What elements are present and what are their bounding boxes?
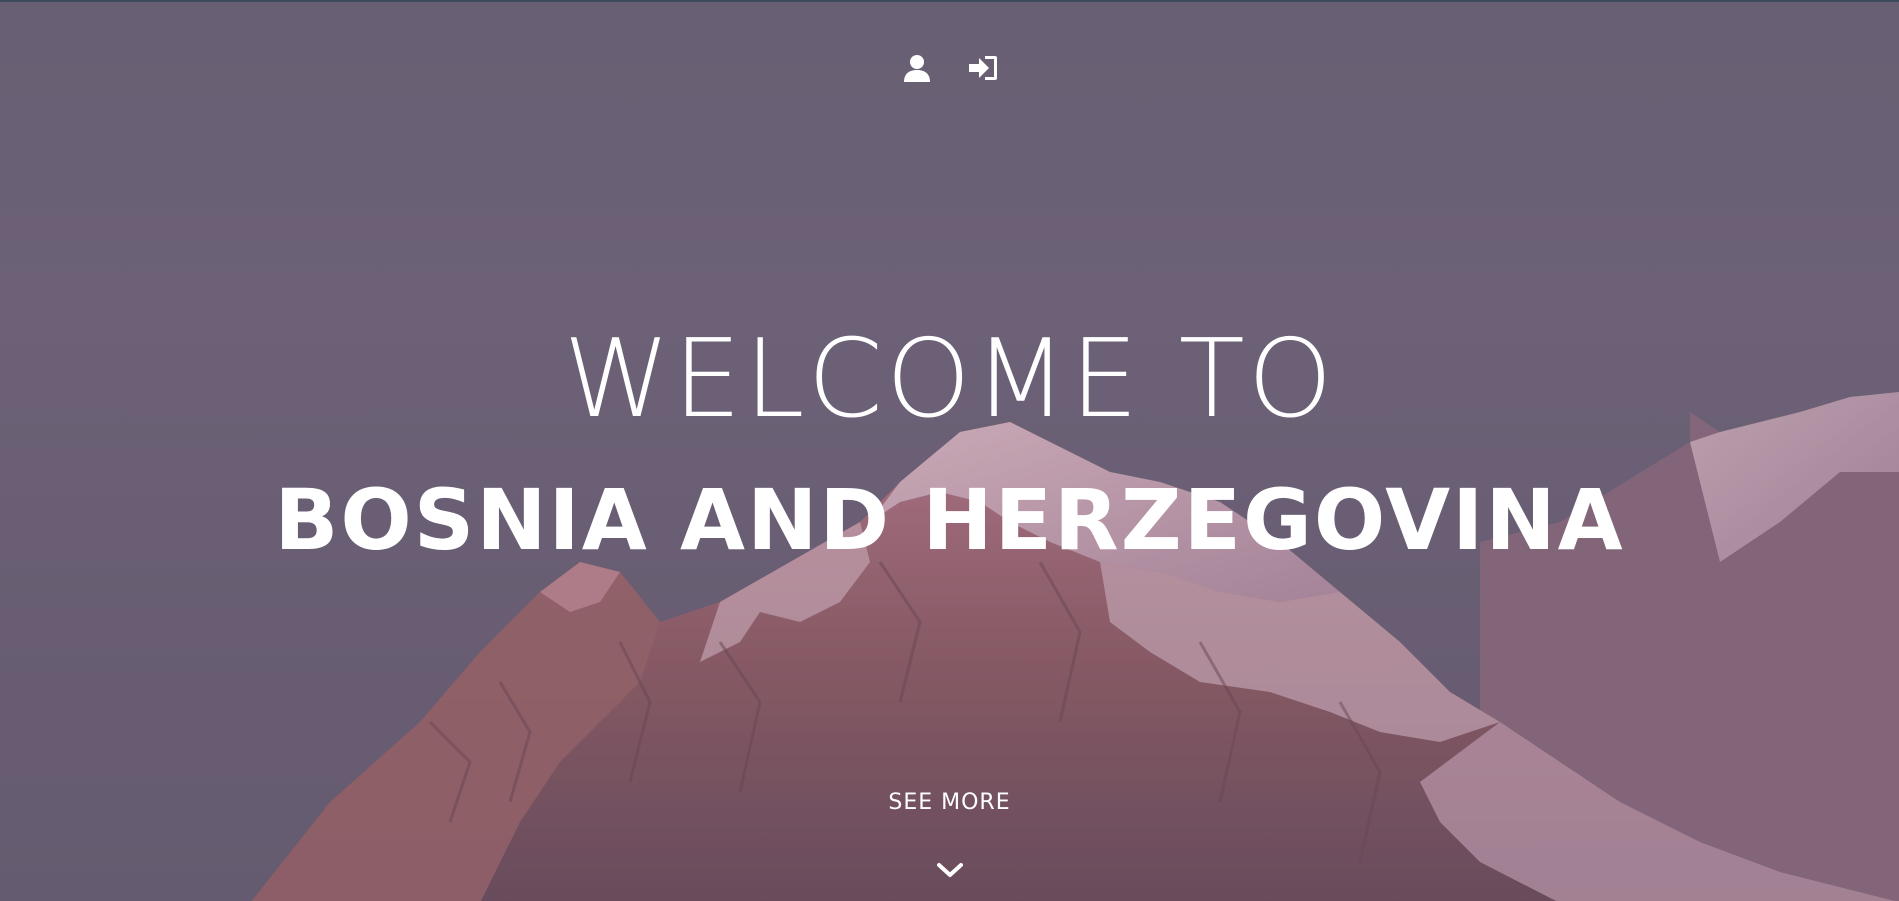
country-heading: BOSNIA AND HERZEGOVINA bbox=[274, 471, 1625, 569]
top-nav bbox=[0, 52, 1899, 84]
chevron-down-icon[interactable] bbox=[935, 860, 965, 882]
mountain-background-image bbox=[0, 2, 1899, 901]
hero-section: WELCOME TO BOSNIA AND HERZEGOVINA SEE MO… bbox=[0, 0, 1899, 901]
user-icon[interactable] bbox=[901, 52, 933, 84]
welcome-heading: WELCOME TO bbox=[563, 317, 1336, 442]
sign-in-icon[interactable] bbox=[967, 52, 999, 84]
see-more-link[interactable]: SEE MORE bbox=[0, 790, 1899, 815]
